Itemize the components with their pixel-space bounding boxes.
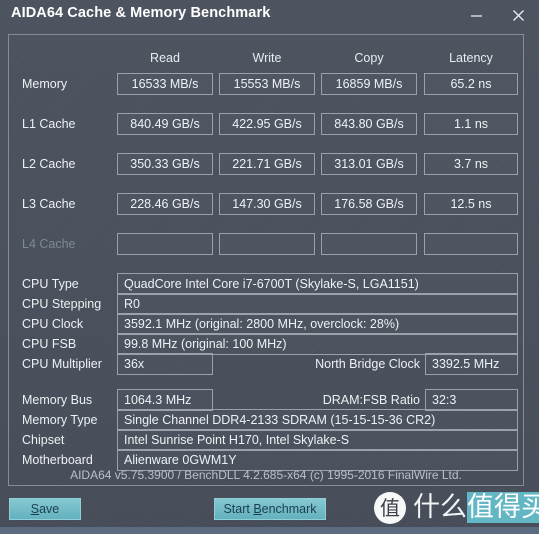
bottom-strip [0,527,539,534]
window-title: AIDA64 Cache & Memory Benchmark [11,5,271,21]
bench-cell-l2-read: 350.33 GB/s [117,153,213,175]
memory-bus-value: 1064.3 MHz [117,389,213,411]
watermark: 值 什么值得买 [374,486,539,530]
cpu-multiplier-value: 36x [117,353,213,375]
cpu-fsb-value: 99.8 MHz (original: 100 MHz) [117,333,518,355]
column-header-read: Read [150,51,180,65]
bench-cell-l3-copy: 176.58 GB/s [321,193,417,215]
bench-cell-l3-read: 228.46 GB/s [117,193,213,215]
save-button-accel: S [30,502,40,516]
close-button[interactable] [497,0,539,30]
bench-cell-l1-latency: 1.1 ns [424,113,518,135]
bench-cell-memory-latency: 65.2 ns [424,73,518,95]
bench-cell-memory-write: 15553 MB/s [219,73,315,95]
column-header-copy: Copy [354,51,384,65]
aida64-benchmark-window: AIDA64 Cache & Memory Benchmark Read Wri… [0,0,539,534]
cpu-type-label: CPU Type [22,277,79,291]
bench-cell-l2-write: 221.71 GB/s [219,153,315,175]
save-button-suffix: ave [39,502,60,516]
bench-row-label-l3-cache: L3 Cache [22,197,76,211]
close-icon [512,9,524,21]
memory-type-label: Memory Type [22,413,98,427]
cpu-type-value: QuadCore Intel Core i7-6700T (Skylake-S,… [117,273,518,295]
start-benchmark-suffix: enchmark [261,502,317,516]
dram-fsb-ratio-value: 32:3 [425,389,518,411]
bench-cell-l2-latency: 3.7 ns [424,153,518,175]
bench-cell-l4-read [117,233,213,255]
bench-cell-l4-write [219,233,315,255]
watermark-text-highlight: 值得买 [467,492,539,523]
bench-row-label-l4-cache: L4 Cache [22,237,76,251]
bench-cell-l4-copy [321,233,417,255]
memory-type-value: Single Channel DDR4-2133 SDRAM (15-15-15… [117,409,518,431]
north-bridge-clock-value: 3392.5 MHz [425,353,518,375]
watermark-badge-icon: 值 [374,492,406,524]
save-button[interactable]: Save [9,498,81,520]
minimize-icon [470,14,482,17]
cpu-stepping-label: CPU Stepping [22,297,102,311]
version-text: AIDA64 v5.75.3900 / BenchDLL 4.2.685-x64… [70,468,462,482]
chipset-label: Chipset [22,433,65,447]
bench-cell-l1-write: 422.95 GB/s [219,113,315,135]
bench-cell-l1-read: 840.49 GB/s [117,113,213,135]
bench-row-label-memory: Memory [22,77,68,91]
watermark-text: 什么值得买 [413,491,539,525]
column-header-latency: Latency [449,51,493,65]
bench-cell-l3-latency: 12.5 ns [424,193,518,215]
start-benchmark-button[interactable]: Start Benchmark [214,498,326,520]
bench-cell-memory-copy: 16859 MB/s [321,73,417,95]
bench-cell-l2-copy: 313.01 GB/s [321,153,417,175]
cpu-stepping-value: R0 [117,293,518,315]
cpu-clock-value: 3592.1 MHz (original: 2800 MHz, overcloc… [117,313,518,335]
dram-fsb-ratio-label: DRAM:FSB Ratio [322,393,420,407]
memory-bus-label: Memory Bus [22,393,93,407]
column-header-write: Write [252,51,282,65]
bench-cell-l4-latency [424,233,518,255]
bench-row-label-l2-cache: L2 Cache [22,157,76,171]
minimize-button[interactable] [455,0,497,30]
north-bridge-clock-label: North Bridge Clock [315,357,420,371]
motherboard-label: Motherboard [22,453,93,467]
cpu-clock-label: CPU Clock [22,317,84,331]
title-bar[interactable]: AIDA64 Cache & Memory Benchmark [0,0,539,32]
start-benchmark-accel: B [253,502,262,516]
cpu-fsb-label: CPU FSB [22,337,77,351]
bench-row-label-l1-cache: L1 Cache [22,117,76,131]
start-benchmark-prefix: Start [223,502,254,516]
bench-cell-l1-copy: 843.80 GB/s [321,113,417,135]
chipset-value: Intel Sunrise Point H170, Intel Skylake-… [117,429,518,451]
watermark-text-plain: 什么 [413,492,467,523]
bench-cell-memory-read: 16533 MB/s [117,73,213,95]
cpu-multiplier-label: CPU Multiplier [22,357,102,371]
bench-cell-l3-write: 147.30 GB/s [219,193,315,215]
